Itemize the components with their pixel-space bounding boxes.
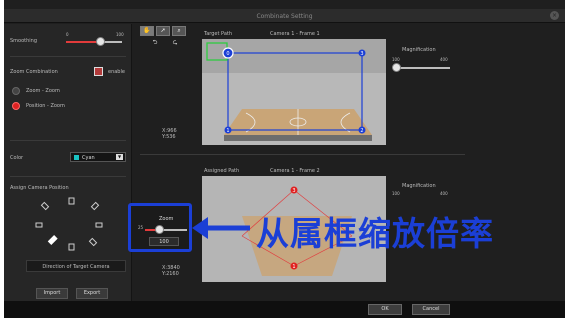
- target-magnification-handle[interactable]: [392, 63, 402, 72]
- target-point-0: 0: [226, 51, 229, 57]
- target-magnification-track[interactable]: [394, 67, 450, 69]
- dialog-footer: OK Cancel: [4, 301, 565, 318]
- chevron-down-icon: ▼: [116, 154, 123, 160]
- close-button[interactable]: ×: [550, 11, 559, 20]
- target-magnification-label: Magnification: [402, 47, 436, 53]
- smoothing-slider-handle[interactable]: [96, 37, 106, 46]
- zoom-slider-handle[interactable]: [155, 225, 165, 234]
- camera-direction-down-icon: [68, 243, 75, 251]
- smoothing-min: 0: [66, 32, 69, 37]
- annotation-arrow-icon: [192, 217, 250, 239]
- direction-caption-box: Direction of Target Camera: [26, 260, 126, 272]
- import-button[interactable]: Import: [36, 288, 68, 299]
- cancel-button[interactable]: Cancel: [412, 304, 450, 315]
- coord-y-top: Y:536: [162, 134, 176, 140]
- coords-bottom: X:3840 Y:2160: [162, 265, 180, 277]
- zoom-combination-label: Zoom Combination: [10, 69, 58, 75]
- enable-label: enable: [108, 69, 125, 75]
- camera-direction-up-right-icon: [90, 201, 100, 211]
- divider: [10, 176, 126, 177]
- camera-direction-selector: [35, 197, 103, 251]
- window-title: Combinate Setting: [256, 13, 313, 20]
- color-label: Color: [10, 155, 24, 161]
- hand-icon: ✋: [143, 27, 151, 34]
- magnify-icon: ⌕: [177, 27, 181, 34]
- mode-position-zoom-label: Position - Zoom: [26, 103, 65, 109]
- radio-zoom-zoom[interactable]: [12, 87, 20, 95]
- export-button[interactable]: Export: [76, 288, 108, 299]
- target-path-label: Target Path: [204, 31, 233, 37]
- radio-position-zoom[interactable]: [12, 102, 20, 110]
- assigned-path-label: Assigned Path: [204, 168, 240, 174]
- color-swatch: [74, 155, 79, 160]
- color-value: Cyan: [82, 155, 95, 161]
- ok-button[interactable]: OK: [368, 304, 402, 315]
- target-mag-max: 400: [440, 57, 448, 62]
- camera-direction-up-icon: [68, 197, 75, 205]
- coord-y-bottom: Y:2160: [162, 271, 179, 277]
- smoothing-label: Smoothing: [10, 38, 38, 44]
- title-bar: Combinate Setting ×: [4, 9, 565, 23]
- camera-direction-left-icon: [35, 222, 43, 228]
- assigned-point-3: 3: [292, 188, 295, 194]
- zoom-popup-label: Zoom: [159, 216, 174, 222]
- zoom-value-field[interactable]: 100: [149, 237, 179, 246]
- pointer-icon: ➚: [160, 27, 166, 34]
- camera-direction-down-left-selected-icon: [47, 235, 58, 245]
- target-frame-label: Camera 1 - Frame 1: [270, 31, 320, 37]
- zoom-popup-highlight: Zoom 25 100: [128, 203, 192, 252]
- assigned-point-1: 1: [292, 264, 295, 270]
- zoom-popup-min: 25: [138, 225, 144, 230]
- target-court-canvas: 0 3 1 2: [202, 39, 386, 145]
- combinate-setting-window: Combinate Setting × Smoothing 0 100 Zoom…: [4, 0, 565, 318]
- zoom-value: 100: [159, 239, 169, 245]
- smoothing-max: 100: [116, 32, 124, 37]
- assigned-frame-label: Camera 1 - Frame 2: [270, 168, 320, 174]
- mode-zoom-zoom-label: Zoom - Zoom: [26, 88, 60, 94]
- camera-direction-down-right-icon: [88, 237, 98, 247]
- target-mag-min: 100: [392, 57, 400, 62]
- divider: [10, 140, 126, 141]
- coords-top: X:966 Y:536: [162, 128, 177, 140]
- camera-direction-up-left-icon: [40, 201, 50, 211]
- assigned-mag-min: 100: [392, 191, 400, 196]
- assigned-magnification-label: Magnification: [402, 183, 436, 189]
- target-point-1: 1: [226, 128, 229, 134]
- pointer-tool-button[interactable]: ➚: [156, 26, 170, 36]
- hand-tool-button[interactable]: ✋: [140, 26, 154, 36]
- divider: [140, 154, 465, 155]
- redo-button[interactable]: ⮎: [168, 39, 182, 49]
- annotation-text: 从属框缩放倍率: [256, 214, 494, 253]
- magnify-tool-button[interactable]: ⌕: [172, 26, 186, 36]
- direction-caption: Direction of Target Camera: [42, 264, 110, 270]
- target-path-viewport[interactable]: 0 3 1 2: [202, 39, 386, 145]
- enable-checkbox[interactable]: [94, 67, 103, 76]
- undo-button[interactable]: ⮌: [148, 39, 162, 49]
- assigned-mag-max: 400: [440, 191, 448, 196]
- target-point-3: 3: [360, 51, 363, 57]
- camera-direction-right-icon: [95, 222, 103, 228]
- target-point-2: 2: [360, 128, 363, 134]
- color-dropdown[interactable]: Cyan ▼: [70, 152, 126, 162]
- divider: [10, 56, 126, 57]
- settings-panel: Smoothing 0 100 Zoom Combination enable …: [4, 24, 132, 302]
